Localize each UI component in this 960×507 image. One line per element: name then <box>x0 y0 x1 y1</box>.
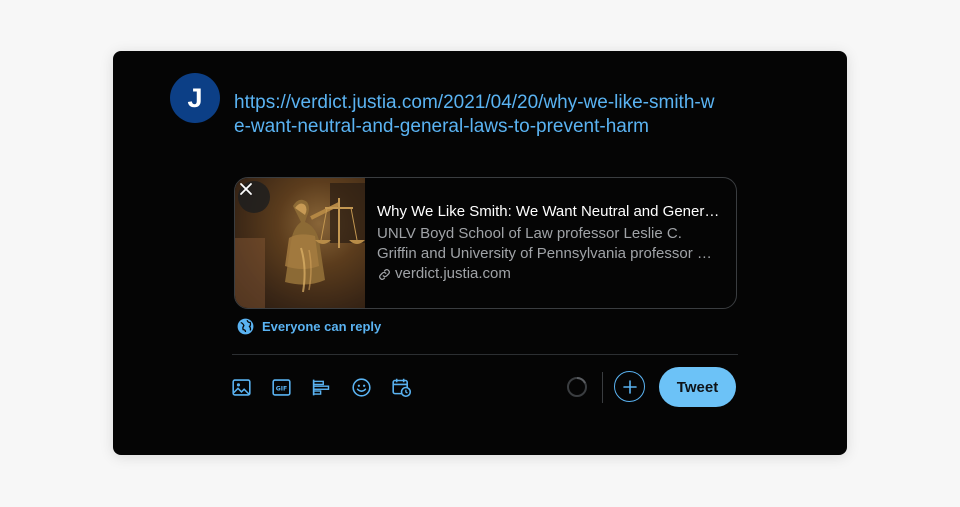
gif-button[interactable]: GIF <box>269 375 293 399</box>
svg-text:GIF: GIF <box>275 385 286 392</box>
reply-setting-label: Everyone can reply <box>262 319 382 334</box>
emoji-icon <box>351 377 371 397</box>
toolbar-vertical-divider <box>602 372 603 403</box>
tweet-text-input[interactable]: https://verdict.justia.com/2021/04/20/wh… <box>234 91 724 139</box>
avatar-initial: J <box>187 82 203 113</box>
toolbar-divider <box>232 354 738 355</box>
avatar[interactable]: J <box>170 73 220 123</box>
link-card-thumbnail <box>235 178 365 308</box>
link-icon <box>379 268 390 280</box>
emoji-button[interactable] <box>349 375 373 399</box>
link-preview-card[interactable]: Why We Like Smith: We Want Neutral and G… <box>234 177 737 309</box>
remove-card-button[interactable] <box>238 181 270 213</box>
character-count-ring <box>567 377 587 397</box>
link-card-domain-row: verdict.justia.com <box>377 264 722 284</box>
link-card-description: UNLV Boyd School of Law professor Leslie… <box>377 225 712 262</box>
image-icon <box>231 378 251 396</box>
link-card-domain: verdict.justia.com <box>395 265 511 282</box>
reply-setting-button[interactable]: Everyone can reply <box>236 317 381 336</box>
link-card-title: Why We Like Smith: We Want Neutral and G… <box>377 203 722 220</box>
close-icon <box>240 183 252 195</box>
media-button[interactable] <box>229 375 253 399</box>
link-card-body: Why We Like Smith: We Want Neutral and G… <box>377 202 722 284</box>
poll-button[interactable] <box>309 375 333 399</box>
schedule-icon <box>391 378 411 397</box>
add-tweet-button[interactable] <box>614 371 645 402</box>
gif-icon: GIF <box>271 378 291 396</box>
poll-icon <box>312 379 329 395</box>
schedule-button[interactable] <box>389 375 413 399</box>
globe-icon <box>237 318 254 335</box>
tweet-composer: J https://verdict.justia.com/2021/04/20/… <box>113 51 847 455</box>
tweet-button[interactable]: Tweet <box>659 367 736 407</box>
plus-icon <box>622 379 637 394</box>
